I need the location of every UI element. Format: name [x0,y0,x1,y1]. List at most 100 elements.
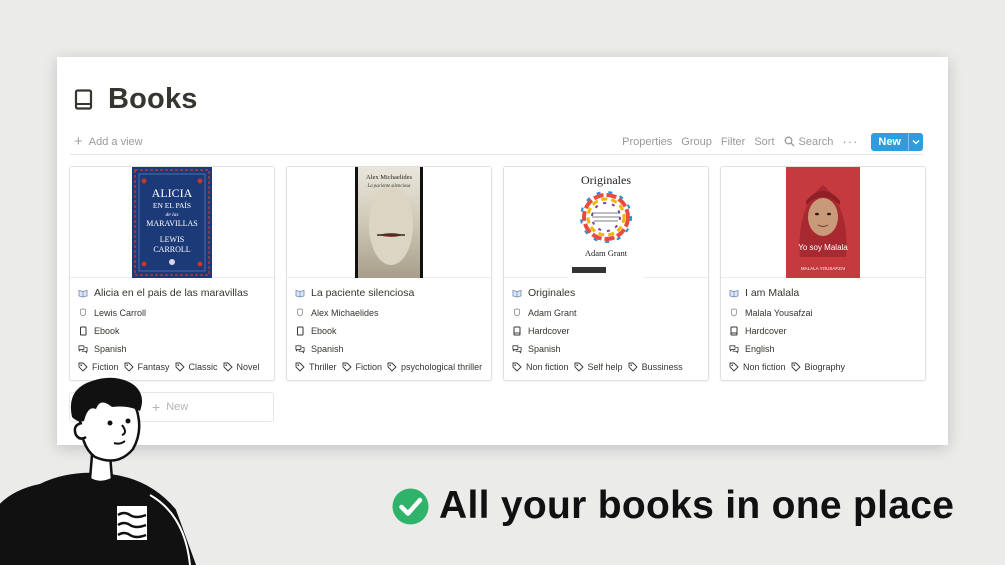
tag: Non fiction [512,362,569,372]
language-property: Spanish [295,342,483,355]
book-title-text: I am Malala [745,287,800,299]
tag: Fiction [78,362,119,372]
author-value: Malala Yousafzai [745,307,813,318]
tag-label: Fantasy [137,361,170,372]
tag-label: Fiction [92,361,119,372]
sort-button[interactable]: Sort [754,136,774,148]
group-button[interactable]: Group [681,136,712,148]
new-button-group: New [871,132,923,151]
format-value: Ebook [94,325,120,336]
book-icon [729,326,739,336]
cover-text: Adam Grant [585,248,628,258]
database-toolbar: + Add a view Properties Group Filter Sor… [74,129,923,154]
tag: Biography [791,362,845,372]
tagline: All your books in one place [392,484,954,528]
language-value: English [745,343,775,354]
cover-text: MALALA YOUSAFZAI [801,266,845,271]
cover-text: CARROLL [153,245,190,254]
tag-icon [175,362,185,372]
book-cover-image-malala: Yo soy Malala MALALA YOUSAFZAI [786,167,860,278]
device-icon [295,326,305,336]
view-tools: Properties Group Filter Sort Search ··· … [622,132,923,151]
tag: Novel [223,362,260,372]
book-card[interactable]: Originales Adam Grant Originales Adam Gr… [503,166,709,381]
tag-icon [223,362,233,372]
tag: Classic [175,362,218,372]
book-title-text: Alicia en el pais de las maravillas [94,287,249,299]
new-dropdown-button[interactable] [908,132,923,151]
add-view-label: Add a view [88,135,143,148]
book-card[interactable]: ALICIA EN EL PAÍS de las MARAVILLAS LEWI… [69,166,275,381]
check-circle-icon [392,488,429,524]
page-title: Books [74,83,198,116]
add-view-button[interactable]: + Add a view [74,134,143,149]
format-property: Hardcover [512,324,700,337]
chat-icon [78,344,88,354]
more-options-button[interactable]: ··· [842,134,858,149]
tag-icon [729,362,739,372]
tag: Non fiction [729,362,786,372]
tag-label: Novel [236,361,260,372]
tag-label: Self help [587,361,623,372]
filter-button[interactable]: Filter [721,136,745,148]
person-icon [78,308,88,318]
tag-label: Non fiction [526,361,569,372]
book-cover-image-paciente: Alex Michaelides La paciente silenciosa [355,167,423,278]
cover-text: LEWIS [160,235,184,244]
book-cover: Alex Michaelides La paciente silenciosa [287,167,491,278]
tag-icon [295,362,305,372]
book-cover-image-originales: Originales Adam Grant [568,167,644,278]
cover-text: ALICIA [152,186,193,200]
cover-text: La paciente silenciosa [367,184,411,189]
author-property: Adam Grant [512,306,700,319]
language-value: Spanish [94,343,127,354]
chat-icon [512,344,522,354]
book-card[interactable]: Alex Michaelides La paciente silenciosa … [286,166,492,381]
format-value: Hardcover [528,325,570,336]
tag-label: Fiction [355,361,383,372]
plus-icon: + [74,133,83,150]
chevron-down-icon [912,139,920,144]
tag-label: Bussiness [641,361,683,372]
tag: Fantasy [124,362,170,372]
tagline-text: All your books in one place [439,484,955,527]
author-property: Malala Yousafzai [729,306,917,319]
open-book-icon [512,288,522,298]
tag: psychological thriller [387,362,482,372]
cover-text: MARAVILLAS [146,219,197,228]
search-icon [784,136,794,147]
new-button[interactable]: New [871,133,908,151]
search-label: Search [798,135,834,148]
tag-icon [512,362,522,372]
tags-property: Non fiction Biography [729,360,917,373]
format-property: Ebook [295,324,483,337]
tags-property: Thriller Fiction psychological thriller [295,360,483,373]
tag: Thriller [295,362,337,372]
open-book-icon [78,288,88,298]
tag-label: psychological thriller [401,361,483,372]
book-title: La paciente silenciosa [295,285,483,301]
open-book-icon [295,288,305,298]
book-icon [512,326,522,336]
tag-icon [791,362,801,372]
properties-button[interactable]: Properties [622,136,672,148]
device-icon [78,326,88,336]
book-icon [74,88,94,111]
open-book-icon [729,288,739,298]
book-card[interactable]: Yo soy Malala MALALA YOUSAFZAI I am Mala… [720,166,926,381]
book-title: Alicia en el pais de las maravillas [78,285,266,301]
search-button[interactable]: Search [784,135,834,148]
tags-property: Non fiction Self help Bussiness [512,360,700,373]
tag-icon [124,362,134,372]
cover-text: Alex Michaelides [366,174,412,181]
format-value: Ebook [311,325,337,336]
book-cover: Originales Adam Grant [504,167,708,278]
cover-text: Originales [581,173,631,187]
author-value: Alex Michaelides [311,307,379,318]
person-icon [729,308,739,318]
tag: Self help [574,362,623,372]
tag: Bussiness [628,362,683,372]
book-title: Originales [512,285,700,301]
person-icon [295,308,305,318]
language-value: Spanish [528,343,561,354]
